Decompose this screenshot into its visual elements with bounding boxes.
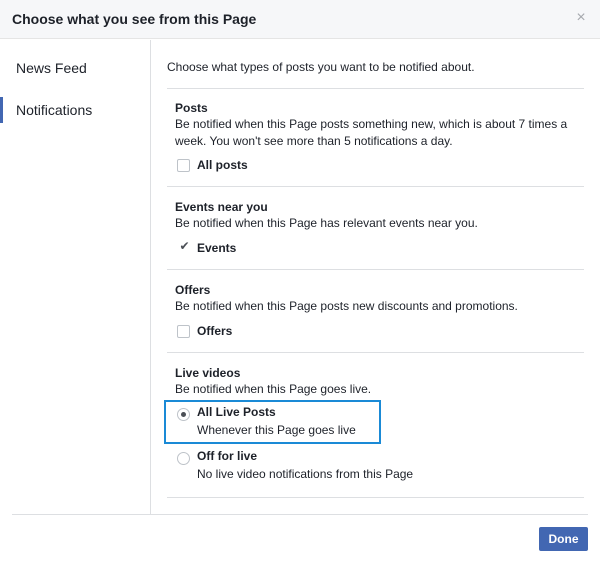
checkbox-label: Offers xyxy=(197,324,233,338)
section-events: Events near you Be notified when this Pa… xyxy=(167,186,584,269)
section-offers: Offers Be notified when this Page posts … xyxy=(167,269,584,352)
footer-divider xyxy=(12,514,588,515)
section-divider xyxy=(167,88,584,89)
done-button[interactable]: Done xyxy=(539,527,588,551)
dialog-title: Choose what you see from this Page xyxy=(12,11,257,27)
section-description: Be notified when this Page has relevant … xyxy=(175,216,478,230)
section-posts: Posts Be notified when this Page posts s… xyxy=(167,88,584,186)
section-title: Events near you xyxy=(175,200,268,214)
section-description: Be notified when this Page posts new dis… xyxy=(175,299,518,313)
checkbox-label: Events xyxy=(197,241,237,255)
sidebar-item-news-feed[interactable]: News Feed xyxy=(0,53,150,83)
all-posts-checkbox[interactable] xyxy=(177,159,190,172)
radio-sublabel: No live video notifications from this Pa… xyxy=(197,467,414,481)
off-for-live-option[interactable]: Off for live No live video notifications… xyxy=(177,449,582,483)
radio-label: Off for live xyxy=(197,449,258,463)
sidebar: News Feed Notifications xyxy=(0,40,151,514)
section-title: Offers xyxy=(175,283,211,297)
checkmark-icon: ✔ xyxy=(179,239,190,253)
section-divider xyxy=(167,269,584,270)
off-for-live-radio[interactable] xyxy=(177,452,190,465)
section-divider xyxy=(167,186,584,187)
section-title: Posts xyxy=(175,101,208,115)
notification-settings-dialog: Choose what you see from this Page × New… xyxy=(0,0,600,563)
section-title: Live videos xyxy=(175,366,241,380)
offers-checkbox[interactable] xyxy=(177,325,190,338)
selection-highlight xyxy=(164,400,381,444)
sidebar-item-notifications[interactable]: Notifications xyxy=(0,95,150,125)
checkbox-label: All posts xyxy=(197,158,248,172)
section-description: Be notified when this Page posts somethi… xyxy=(175,117,568,148)
section-divider xyxy=(167,352,584,353)
close-icon[interactable]: × xyxy=(574,10,588,26)
section-description: Be notified when this Page goes live. xyxy=(175,382,372,396)
sidebar-item-label: Notifications xyxy=(16,102,93,118)
dialog-header: Choose what you see from this Page × xyxy=(0,0,600,39)
intro-text: Choose what types of posts you want to b… xyxy=(167,60,475,74)
sidebar-item-label: News Feed xyxy=(16,60,87,76)
events-checkbox[interactable]: ✔ xyxy=(177,239,190,255)
section-divider xyxy=(167,497,584,498)
